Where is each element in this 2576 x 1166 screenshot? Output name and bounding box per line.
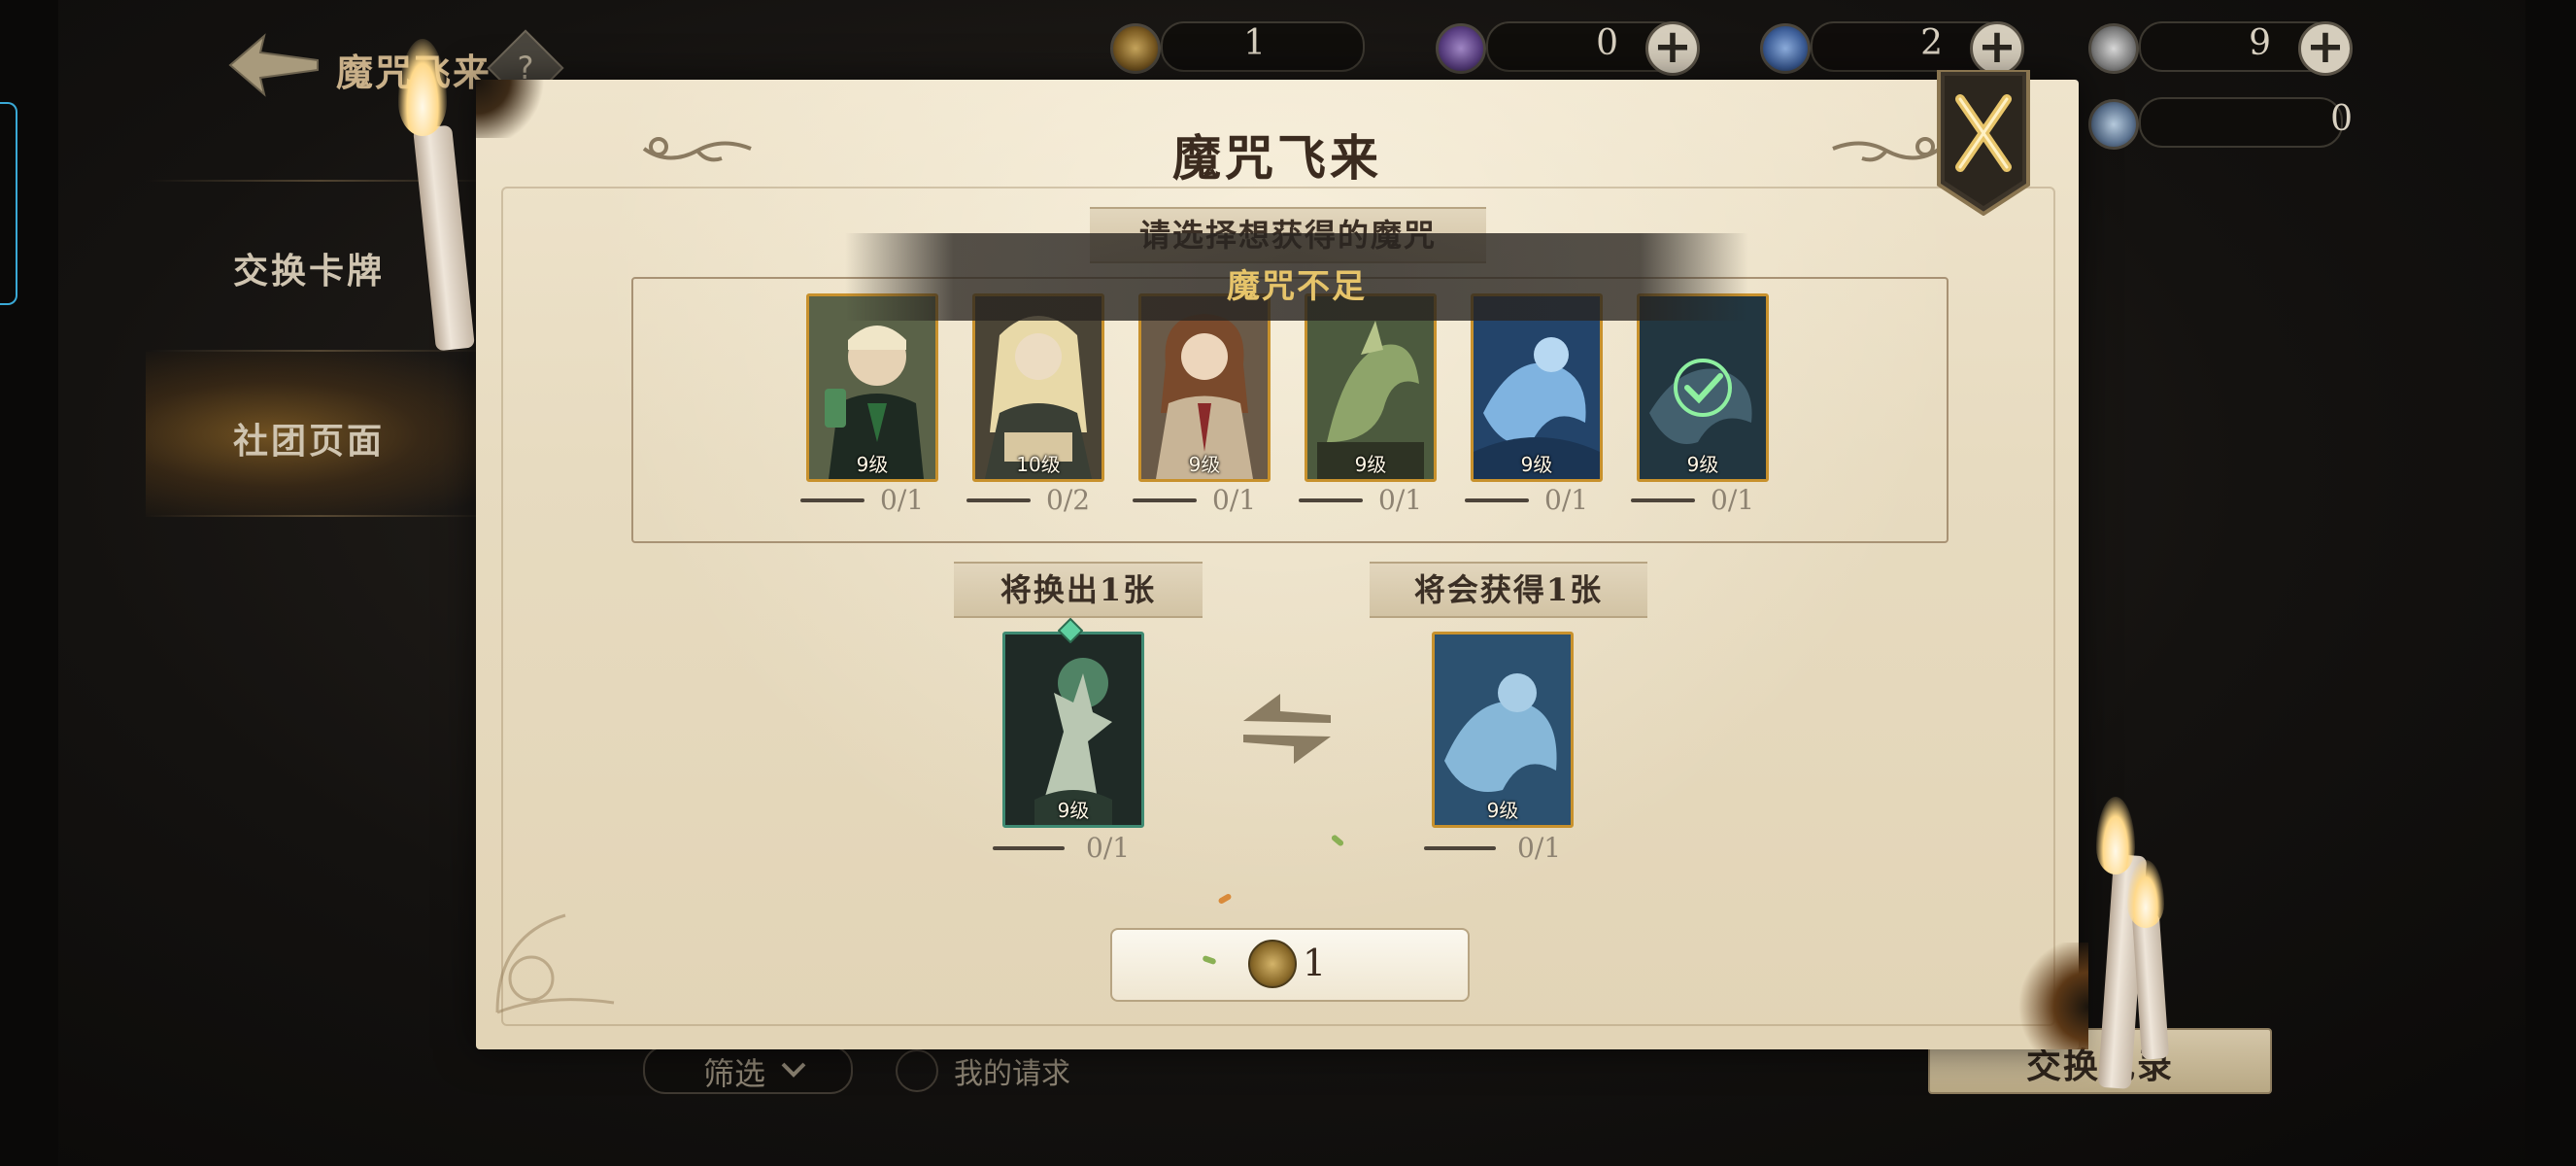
count-text: 0/1	[1378, 484, 1423, 516]
filter-label: 筛选	[703, 1055, 766, 1092]
close-button[interactable]	[1933, 70, 2034, 216]
back-arrow-icon[interactable]	[225, 31, 322, 99]
currency-gold: 1	[1110, 21, 1365, 74]
currency-silver: 9 +	[2088, 21, 2353, 76]
card-level: 9级	[1686, 453, 1719, 476]
card-count: 0/1	[1133, 484, 1278, 516]
add-purple-button[interactable]: +	[1645, 21, 1700, 76]
menu-divider	[146, 515, 495, 517]
count-bar	[800, 498, 864, 502]
currency-value: 9	[2249, 23, 2271, 63]
currency-value: 0	[1596, 23, 1618, 63]
swap-arrows-icon	[1243, 694, 1331, 764]
currency-value: 1	[1243, 23, 1266, 63]
receive-card[interactable]: 9级	[1432, 632, 1574, 828]
count-bar	[1133, 498, 1197, 502]
count-bar	[993, 846, 1065, 850]
dialog-header: 魔咒飞来	[476, 92, 2079, 199]
spell-card[interactable]: 10级	[972, 293, 1104, 482]
card-count: 0/1	[1631, 484, 1777, 516]
spell-card[interactable]: 9级	[806, 293, 938, 482]
card-count: 0/1	[1299, 484, 1444, 516]
candle	[413, 124, 475, 352]
give-card-count: 0/1	[993, 832, 1138, 864]
count-bar	[1465, 498, 1529, 502]
card-level: 9级	[1486, 799, 1519, 822]
currency-blue: 2 +	[1760, 21, 2024, 76]
confirm-exchange-button[interactable]: 1	[1110, 928, 1470, 1002]
candle-flame	[2096, 797, 2135, 874]
currency-value: 2	[1920, 23, 1943, 63]
currency-crystal: 0	[2088, 97, 2353, 150]
add-silver-button[interactable]: +	[2298, 21, 2353, 76]
toast-text: 魔咒不足	[1227, 267, 1367, 306]
burned-corner	[2016, 943, 2088, 1049]
my-request-label: 我的请求	[954, 1057, 1070, 1091]
corner-ornament-icon	[495, 913, 615, 1014]
count-text: 0/1	[1086, 832, 1131, 864]
currency-value: 0	[2330, 99, 2353, 139]
receive-banner: 将会获得1张	[1370, 562, 1647, 618]
count-bar	[1631, 498, 1695, 502]
count-text: 0/1	[1212, 484, 1257, 516]
card-level: 9级	[1520, 453, 1553, 476]
checkmark-icon	[1674, 359, 1732, 417]
flourish-right-icon	[1832, 137, 1942, 162]
card-level: 9级	[1057, 799, 1090, 822]
silver-coin-icon	[2088, 23, 2139, 74]
count-bar	[966, 498, 1031, 502]
gold-coin-icon	[1110, 23, 1161, 74]
diamond-marker-icon	[1058, 618, 1083, 643]
card-level: 9级	[856, 453, 889, 476]
insufficient-spell-toast: 魔咒不足	[845, 233, 1748, 321]
menu-item-exchange-cards[interactable]: 交换卡牌	[233, 243, 385, 293]
spell-card[interactable]: 9级	[1471, 293, 1603, 482]
candle-flame	[2127, 860, 2164, 928]
receive-card-count: 0/1	[1424, 832, 1570, 864]
count-text: 0/1	[1517, 832, 1562, 864]
count-bar	[1424, 846, 1496, 850]
right-edge-shade	[2525, 0, 2576, 1166]
count-text: 0/2	[1046, 484, 1091, 516]
count-text: 0/1	[1544, 484, 1589, 516]
blue-gem-icon	[1760, 23, 1811, 74]
spell-card[interactable]: 9级	[1138, 293, 1271, 482]
card-level: 9级	[1188, 453, 1221, 476]
card-level: 9级	[1354, 453, 1387, 476]
spell-card[interactable]: 9级	[1305, 293, 1437, 482]
gold-coin-icon	[1248, 940, 1297, 988]
crystal-icon	[2088, 99, 2139, 150]
give-card[interactable]: 9级	[1002, 632, 1144, 828]
count-text: 0/1	[880, 484, 925, 516]
filter-button[interactable]: 筛选	[643, 1046, 853, 1094]
add-blue-button[interactable]: +	[1970, 21, 2024, 76]
card-count: 0/2	[966, 484, 1112, 516]
cost-value: 1	[1303, 942, 1327, 984]
currency-purple: 0 +	[1436, 21, 1700, 76]
purple-gem-icon	[1436, 23, 1486, 74]
left-edge-tab[interactable]	[0, 102, 17, 305]
spell-card-selected[interactable]: 9级	[1637, 293, 1769, 482]
count-bar	[1299, 498, 1363, 502]
my-request-radio[interactable]	[896, 1049, 938, 1092]
card-count: 0/1	[1465, 484, 1610, 516]
chevron-down-icon	[781, 1062, 806, 1078]
menu-item-club-page[interactable]: 社团页面	[233, 413, 385, 463]
card-count: 0/1	[800, 484, 946, 516]
game-screen: 魔咒飞来 ? 交换卡牌 社团页面 1 0 + 2 + 9 + 0 筛选	[0, 0, 2576, 1166]
count-text: 0/1	[1711, 484, 1755, 516]
card-level: 10级	[1016, 453, 1061, 476]
give-out-banner: 将换出1张	[954, 562, 1203, 618]
